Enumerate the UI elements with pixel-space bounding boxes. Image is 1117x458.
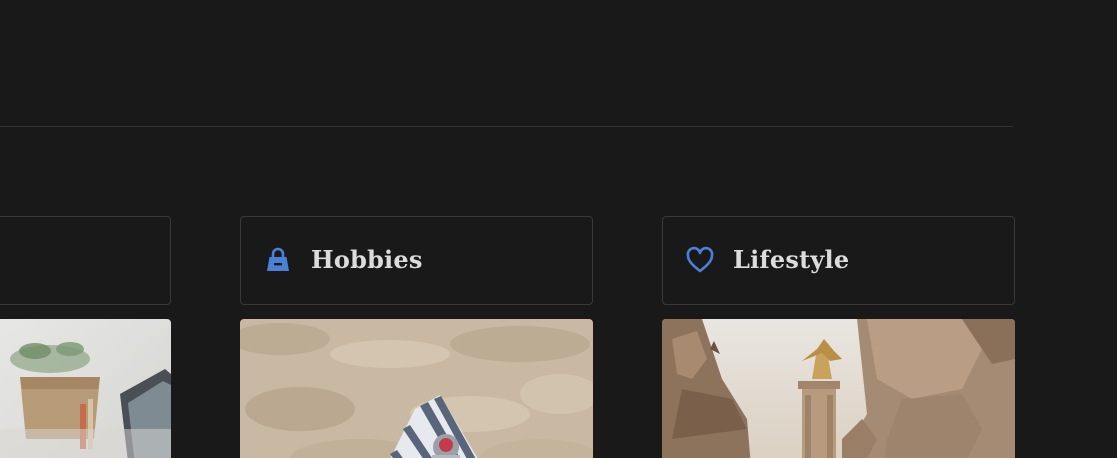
statue-bridge-image — [662, 319, 1015, 458]
post-thumbnail-1[interactable] — [0, 319, 171, 458]
category-label-hobbies: Hobbies — [311, 245, 423, 274]
category-label-lifestyle: Lifestyle — [733, 245, 850, 274]
page: Hobbies Lifestyle — [0, 0, 1117, 458]
beach-towel-image — [240, 319, 593, 458]
category-card-1[interactable] — [0, 216, 171, 305]
bag-icon — [263, 245, 293, 275]
desk-plant-image — [0, 319, 171, 458]
post-thumbnail-2[interactable] — [240, 319, 593, 458]
category-card-hobbies[interactable]: Hobbies — [240, 216, 593, 305]
category-card-lifestyle[interactable]: Lifestyle — [662, 216, 1015, 305]
heart-icon — [685, 245, 715, 275]
section-divider — [0, 126, 1013, 127]
post-thumbnail-3[interactable] — [662, 319, 1015, 458]
